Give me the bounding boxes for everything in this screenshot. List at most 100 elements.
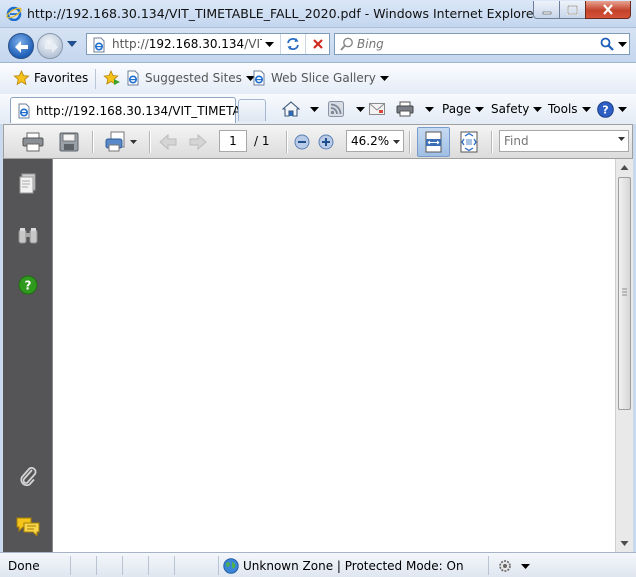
help-icon: ? xyxy=(597,100,614,118)
fit-width-button[interactable] xyxy=(417,127,450,157)
find-box[interactable] xyxy=(499,130,629,152)
arrow-right-icon xyxy=(189,133,207,151)
maximize-button[interactable] xyxy=(559,1,586,19)
grip-icon xyxy=(622,288,627,296)
status-zoom-button[interactable] xyxy=(497,558,530,574)
tools-menu[interactable]: Tools xyxy=(548,99,591,119)
chevron-down-icon xyxy=(264,41,274,47)
web-slice-gallery-icon xyxy=(253,70,265,86)
zoom-in-button[interactable] xyxy=(317,130,335,154)
suggested-sites-icon xyxy=(127,70,139,86)
tab-row: http://192.168.30.134/VIT_TIMETAB... Pag… xyxy=(0,94,636,124)
zoom-out-icon xyxy=(294,134,310,150)
add-to-favorites-bar-button[interactable] xyxy=(103,70,121,86)
suggested-sites-label: Suggested Sites xyxy=(145,71,242,85)
forward-button[interactable] xyxy=(37,33,63,59)
back-button[interactable] xyxy=(8,33,34,59)
chevron-down-icon xyxy=(475,106,485,112)
chevron-down-icon xyxy=(618,106,627,112)
page-icon xyxy=(93,37,105,53)
vertical-scrollbar[interactable] xyxy=(615,159,633,552)
web-slice-gallery-button[interactable]: Web Slice Gallery xyxy=(251,70,389,86)
address-dropdown-button[interactable] xyxy=(261,34,277,54)
tools-menu-label: Tools xyxy=(548,102,578,116)
stop-button[interactable] xyxy=(305,34,329,54)
favorites-bar: Favorites Suggested Sites Web Slice Gall… xyxy=(0,62,636,94)
help-menu[interactable]: ? xyxy=(597,99,627,119)
search-box[interactable] xyxy=(334,33,630,55)
window-title: http://192.168.30.134/VIT_TIMETABLE_FALL… xyxy=(27,6,539,21)
share-file-icon xyxy=(105,131,124,152)
share-button[interactable] xyxy=(101,130,139,154)
attachments-panel-button[interactable] xyxy=(16,464,40,488)
chevron-down-icon[interactable] xyxy=(618,137,625,141)
tab-label: http://192.168.30.134/VIT_TIMETAB... xyxy=(36,104,261,118)
svg-text:?: ? xyxy=(602,103,608,116)
pdf-document-view[interactable] xyxy=(52,159,615,552)
home-button[interactable] xyxy=(282,99,319,119)
minimize-icon xyxy=(542,11,551,14)
zoom-in-icon xyxy=(318,134,334,150)
forward-arrow-icon xyxy=(45,41,58,53)
toolbar-separator xyxy=(491,131,492,153)
status-separator xyxy=(70,556,71,575)
scroll-down-arrow-icon[interactable] xyxy=(618,536,631,550)
compatibility-view-button[interactable] xyxy=(280,34,304,54)
star-icon xyxy=(13,70,30,86)
find-input[interactable] xyxy=(504,132,612,150)
help-icon: ? xyxy=(18,275,38,295)
status-separator xyxy=(488,556,489,575)
safety-menu[interactable]: Safety xyxy=(491,99,543,119)
address-bar[interactable]: http://192.168.30.134/VIT_TIMETABLE_FALL… xyxy=(86,33,330,55)
address-row: http://192.168.30.134/VIT_TIMETABLE_FALL… xyxy=(0,28,636,62)
feeds-button[interactable] xyxy=(328,99,365,119)
comments-panel-button[interactable] xyxy=(16,514,40,538)
toolbar-separator xyxy=(92,131,93,153)
status-separator xyxy=(218,556,219,575)
pages-panel-button[interactable] xyxy=(16,172,40,196)
pdf-save-button[interactable] xyxy=(56,130,82,154)
chevron-down-icon xyxy=(356,106,365,112)
svg-text:?: ? xyxy=(25,279,32,293)
next-page-button[interactable] xyxy=(186,130,210,154)
status-separator xyxy=(174,556,175,575)
chevron-down-icon xyxy=(129,140,137,144)
search-options-dropdown[interactable] xyxy=(618,34,629,54)
arrow-left-icon xyxy=(159,133,177,151)
scrollbar-thumb[interactable] xyxy=(618,177,631,410)
page-number-field[interactable]: 1 xyxy=(219,130,247,152)
search-input[interactable] xyxy=(357,35,597,53)
read-mail-button[interactable] xyxy=(369,99,385,119)
tab-active[interactable]: http://192.168.30.134/VIT_TIMETAB... xyxy=(10,97,260,123)
add-favorite-star-icon xyxy=(103,70,120,85)
zoom-level-select[interactable]: 46.2% xyxy=(346,130,404,152)
suggested-sites-button[interactable]: Suggested Sites xyxy=(125,70,255,86)
pdf-print-button[interactable] xyxy=(20,130,46,154)
print-button[interactable] xyxy=(396,99,434,119)
close-button[interactable] xyxy=(585,1,631,19)
chevron-down-icon xyxy=(581,106,591,112)
page-icon xyxy=(18,103,30,119)
search-icon[interactable] xyxy=(599,36,615,52)
url-text[interactable]: http://192.168.30.134/VIT_TIMETABLE_FALL… xyxy=(112,37,262,51)
previous-page-button[interactable] xyxy=(156,130,180,154)
fit-page-button[interactable] xyxy=(457,130,481,154)
pdf-navigation-panel: ? xyxy=(3,159,52,552)
rss-feed-icon xyxy=(328,101,344,117)
close-icon xyxy=(603,4,613,15)
title-bar: http://192.168.30.134/VIT_TIMETABLE_FALL… xyxy=(0,0,636,28)
scroll-up-arrow-icon[interactable] xyxy=(618,161,631,175)
favorites-button[interactable]: Favorites xyxy=(13,70,88,86)
new-tab-button[interactable] xyxy=(238,99,266,121)
url-prefix: http:// xyxy=(112,37,149,51)
page-menu[interactable]: Page xyxy=(442,99,485,119)
zoom-out-button[interactable] xyxy=(293,130,311,154)
chevron-down-icon xyxy=(393,140,400,144)
minimize-button[interactable] xyxy=(533,1,560,19)
printer-icon xyxy=(396,101,414,117)
search-panel-button[interactable] xyxy=(16,224,40,248)
back-arrow-icon xyxy=(15,41,28,53)
help-panel-button[interactable]: ? xyxy=(16,273,40,297)
security-zone[interactable]: Unknown Zone | Protected Mode: On xyxy=(223,558,464,574)
recent-pages-dropdown-icon[interactable] xyxy=(67,41,77,47)
